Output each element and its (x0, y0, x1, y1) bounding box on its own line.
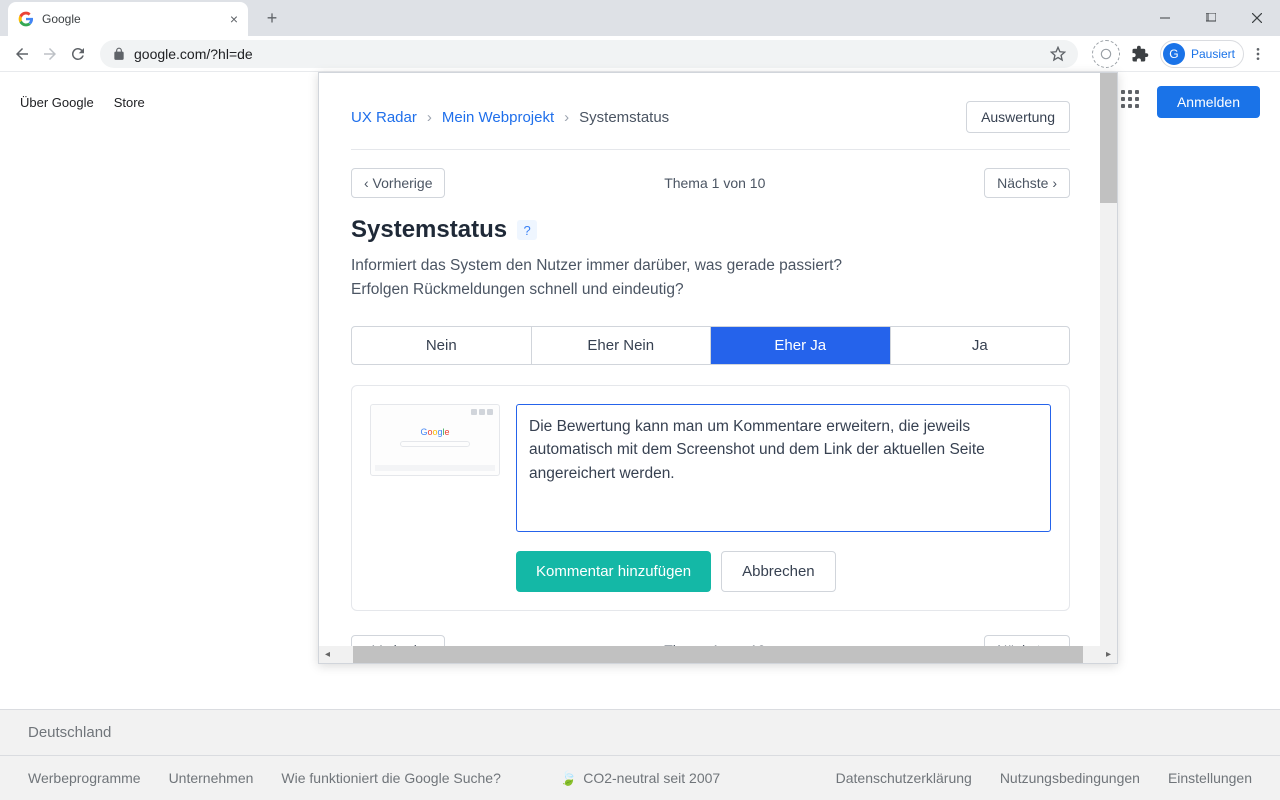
footer-privacy[interactable]: Datenschutzerklärung (836, 770, 972, 786)
breadcrumb-root[interactable]: UX Radar (351, 109, 417, 126)
next-button[interactable]: Nächste › (984, 168, 1070, 198)
rating-rather-yes[interactable]: Eher Ja (711, 327, 891, 364)
minimize-button[interactable] (1142, 2, 1188, 34)
tab-strip: Google × + (0, 0, 1280, 36)
section-title: Systemstatus (351, 216, 507, 244)
bookmark-icon[interactable] (1050, 46, 1066, 62)
leaf-icon: 🍃 (560, 770, 577, 787)
vertical-scrollbar[interactable] (1100, 73, 1117, 646)
google-favicon (18, 11, 34, 27)
avatar: G (1163, 43, 1185, 65)
rating-yes[interactable]: Ja (891, 327, 1070, 364)
section-description: Informiert das System den Nutzer immer d… (351, 254, 1070, 302)
lock-icon (112, 47, 126, 61)
footer-ads[interactable]: Werbeprogramme (28, 770, 141, 786)
evaluation-button[interactable]: Auswertung (966, 101, 1070, 133)
close-window-button[interactable] (1234, 2, 1280, 34)
footer-how[interactable]: Wie funktioniert die Google Suche? (281, 770, 500, 786)
maximize-button[interactable] (1188, 2, 1234, 34)
footer-carbon[interactable]: CO2-neutral seit 2007 (583, 770, 720, 786)
scroll-right-icon[interactable]: ▸ (1100, 646, 1117, 663)
forward-button[interactable] (36, 40, 64, 68)
google-footer: Deutschland Werbeprogramme Unternehmen W… (0, 709, 1280, 800)
window-controls (1142, 0, 1280, 36)
back-button[interactable] (8, 40, 36, 68)
reload-button[interactable] (64, 40, 92, 68)
page-content: Über Google Store Anmelden UX Radar › Me… (0, 72, 1280, 800)
breadcrumb: UX Radar › Mein Webprojekt › Systemstatu… (351, 109, 669, 126)
prev-button[interactable]: ‹ Vorherige (351, 168, 445, 198)
scroll-left-icon[interactable]: ◂ (319, 646, 336, 663)
browser-tab[interactable]: Google × (8, 2, 248, 36)
footer-country: Deutschland (0, 709, 1280, 755)
profile-chip[interactable]: G Pausiert (1160, 40, 1244, 68)
rating-no[interactable]: Nein (352, 327, 532, 364)
footer-business[interactable]: Unternehmen (169, 770, 254, 786)
extension-icon-1[interactable] (1092, 40, 1120, 68)
horizontal-scrollbar[interactable]: ◂ ▸ (319, 646, 1117, 663)
breadcrumb-project[interactable]: Mein Webprojekt (442, 109, 554, 126)
help-icon[interactable]: ? (517, 220, 537, 240)
screenshot-thumbnail[interactable]: Google (370, 404, 500, 476)
url-text: google.com/?hl=de (134, 46, 1050, 62)
extensions-puzzle-icon[interactable] (1126, 40, 1154, 68)
ux-radar-panel: UX Radar › Mein Webprojekt › Systemstatu… (318, 72, 1118, 664)
about-link[interactable]: Über Google (20, 95, 94, 110)
profile-status: Pausiert (1191, 47, 1235, 61)
address-bar[interactable]: google.com/?hl=de (100, 40, 1078, 68)
tab-title: Google (42, 12, 230, 26)
add-comment-button[interactable]: Kommentar hinzufügen (516, 551, 711, 592)
close-icon[interactable]: × (230, 11, 238, 27)
rating-rather-no[interactable]: Eher Nein (532, 327, 712, 364)
address-bar-row: google.com/?hl=de G Pausiert (0, 36, 1280, 72)
new-tab-button[interactable]: + (258, 4, 286, 32)
footer-terms[interactable]: Nutzungsbedingungen (1000, 770, 1140, 786)
thumbnail-logo: Google (420, 427, 449, 437)
comment-textarea[interactable]: Die Bewertung kann man um Kommentare erw… (516, 404, 1051, 532)
cancel-button[interactable]: Abbrechen (721, 551, 836, 592)
comment-card: Google Die Bewertung kann man um Komment… (351, 385, 1070, 611)
footer-settings[interactable]: Einstellungen (1168, 770, 1252, 786)
chrome-menu-button[interactable] (1244, 40, 1272, 68)
chevron-right-icon: › (427, 109, 432, 126)
signin-button[interactable]: Anmelden (1157, 86, 1260, 118)
apps-grid-icon[interactable] (1121, 90, 1145, 114)
pager-status: Thema 1 von 10 (445, 175, 984, 191)
breadcrumb-current: Systemstatus (579, 109, 669, 126)
store-link[interactable]: Store (114, 95, 145, 110)
rating-group: Nein Eher Nein Eher Ja Ja (351, 326, 1070, 365)
chevron-right-icon: › (564, 109, 569, 126)
